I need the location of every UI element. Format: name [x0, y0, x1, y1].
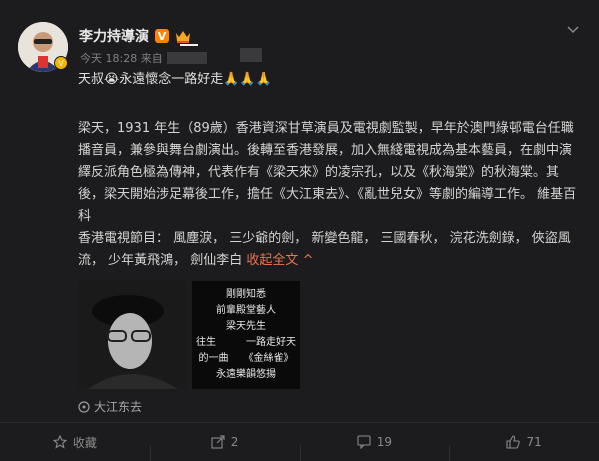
- post-image-text[interactable]: 剛剛知悉 前輩殿堂藝人 梁天先生 往生 一路走好天 的一曲 《金絲雀》 永遠樂韻…: [192, 281, 300, 389]
- weibo-post-card: V 李力持導演 V 今天 18:28 来自 天叔😭永遠懷念一路好走🙏🙏🙏 梁天，…: [0, 0, 599, 461]
- action-bar: 收藏 2 19 71: [0, 423, 599, 461]
- like-button[interactable]: 71: [449, 435, 599, 461]
- verified-badge-icon: V: [54, 56, 68, 70]
- vip-v-icon: V: [155, 29, 169, 43]
- author-row: 李力持導演 V: [79, 26, 191, 46]
- repost-count: 2: [230, 435, 239, 449]
- location-icon: [78, 400, 90, 413]
- repost-button[interactable]: 2: [149, 435, 300, 461]
- image-text-line: 前輩殿堂藝人: [216, 305, 276, 316]
- post-time[interactable]: 今天 18:28 来自: [80, 50, 163, 66]
- svg-text:V: V: [58, 59, 64, 68]
- image-text-line: 梁天先生: [226, 321, 266, 332]
- comment-button[interactable]: 19: [299, 435, 450, 461]
- star-icon: [52, 435, 67, 449]
- comment-icon: [357, 435, 371, 449]
- post-body: 梁天，1931 年生（89歲）香港資深甘草演員及電視劇監製，早年於澳門綠邨電台任…: [78, 118, 583, 272]
- image-text-line: 剛剛知悉: [226, 289, 266, 300]
- post-short-text: 天叔😭永遠懷念一路好走🙏🙏🙏: [78, 72, 272, 87]
- image-text-line: 往生 一路走好天: [196, 337, 296, 348]
- favorite-button[interactable]: 收藏: [0, 434, 150, 451]
- post-meta: 今天 18:28 来自: [80, 50, 207, 66]
- favorite-label: 收藏: [72, 435, 97, 450]
- like-count: 71: [526, 435, 542, 449]
- post-image-portrait[interactable]: [78, 281, 186, 389]
- collapse-link[interactable]: 收起全文: [246, 253, 298, 268]
- image-text-line: 的一曲 《金絲雀》: [198, 353, 294, 364]
- thumbs-up-icon: [506, 435, 521, 449]
- chevron-down-icon[interactable]: [567, 20, 579, 34]
- location-tag[interactable]: 大江东去: [78, 398, 142, 415]
- image-text-line: 永遠樂韻悠揚: [216, 369, 276, 380]
- share-icon: [211, 435, 225, 449]
- comment-count: 19: [376, 435, 393, 449]
- redacted-source: [166, 52, 207, 64]
- redacted-box: [240, 48, 262, 62]
- author-name[interactable]: 李力持導演: [79, 26, 149, 46]
- location-label: 大江东去: [94, 400, 143, 414]
- body-para2: 香港電視節目： 風塵淚， 三少爺的劍， 新變色龍， 三國春秋， 浣花洗劍錄， 俠…: [78, 231, 571, 268]
- member-crown-icon[interactable]: [175, 29, 191, 43]
- underline-decoration: [180, 44, 198, 46]
- body-para1: 梁天，1931 年生（89歲）香港資深甘草演員及電視劇監製，早年於澳門綠邨電台任…: [78, 121, 574, 202]
- chevron-up-icon[interactable]: ^: [303, 253, 314, 268]
